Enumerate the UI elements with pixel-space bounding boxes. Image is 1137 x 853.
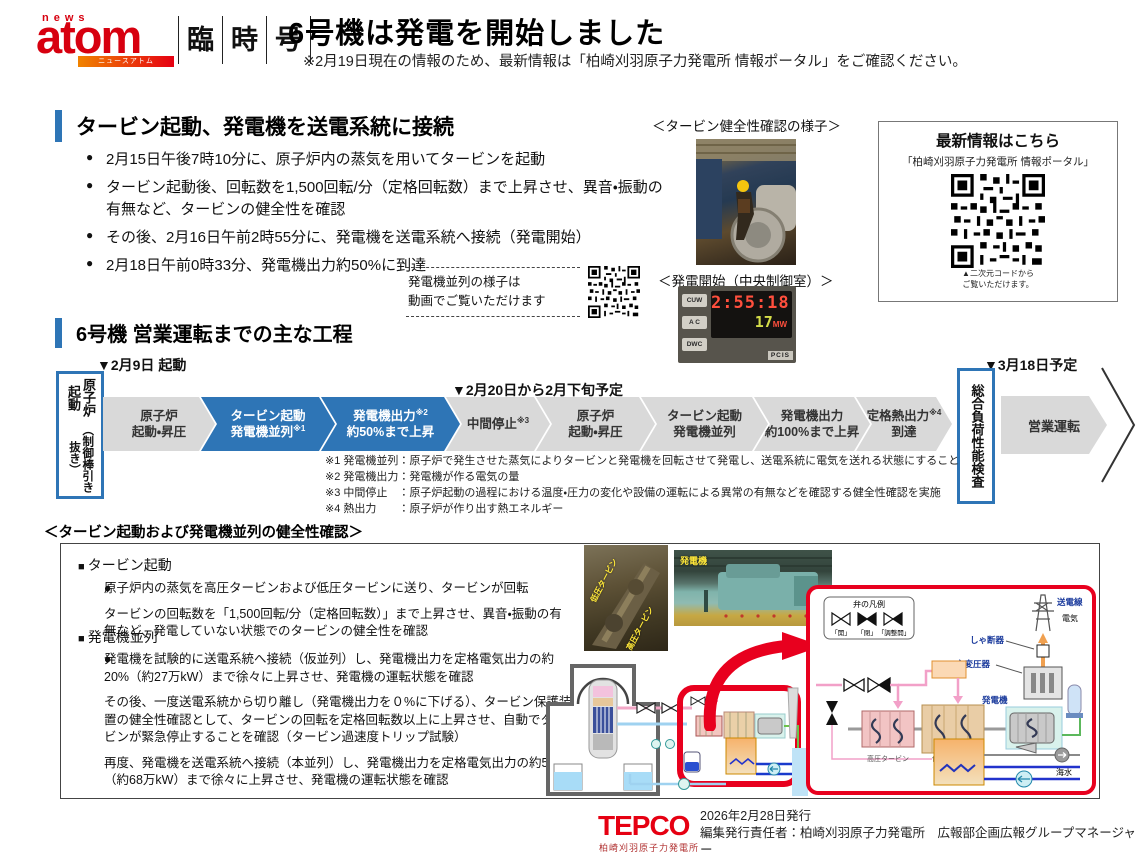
electricity-label: 電気 [1062, 613, 1078, 623]
video-qr-note: 発電機並列の様子は 動画でご覧いただけます [406, 266, 640, 318]
process-step: 定格熱出力※4 到達 [856, 397, 952, 451]
portal-info-box: 最新情報はこちら 「柏崎刈羽原子力発電所 情報ポータル」 ▲二次元コードから ご… [878, 121, 1118, 302]
breaker-label: しゃ断器 [970, 635, 1005, 645]
atom-logo-tagline: ニュースアトム [78, 56, 174, 67]
portal-subtitle: 「柏崎刈羽原子力発電所 情報ポータル」 [879, 154, 1117, 169]
bullet-item: タービン起動後、回転数を1,500回転/分（定格回転数）まで上昇させ、異音・振動… [86, 177, 671, 220]
section1-heading: タービン起動、発電機を送電系統に接続 [76, 111, 454, 141]
footnote: ※4 熱出力 ：原子炉が作り出す熱エネルギー [325, 502, 1005, 518]
panel-label: PCIS [768, 351, 793, 360]
process-step: 中間停止※3 [446, 397, 550, 451]
detail-schematic: 弁の凡例 「開」 「閉」 「調整開」 送電線 電気 しゃ断器 主変圧器 [810, 589, 1091, 790]
valve-adjust-label: 「調整開」 [878, 628, 911, 637]
section1-bullet-list: 2月15日午後7時10分に、原子炉内の蒸気を用いてタービンを起動 タービン起動後… [86, 149, 671, 283]
atom-logo-text: atom [36, 13, 140, 60]
valve-open-label: 「開」 [831, 629, 851, 637]
generator-label: 発電機 [981, 695, 1008, 705]
bullet-item: 原子炉内の蒸気を高圧タービンおよび低圧タービンに送り、タービンが回転 [104, 580, 574, 598]
newsletter-page: news atom ニュースアトム 臨時号 6号機は発電を開始しました ※2月1… [0, 0, 1137, 853]
section2-heading: 6号機 営業運転までの主な工程 [76, 318, 353, 347]
valve-closed-label: 「閉」 [857, 629, 877, 637]
tepco-logo-subtext: 柏崎刈羽原子力発電所 [599, 841, 699, 853]
process-timeline: 原子炉 起動・昇圧 タービン起動 発電機並列※1 発電機出力※2 約50%まで上… [103, 397, 938, 451]
reactor-start-box: 原子炉起動（制御棒引き抜き） [56, 371, 104, 499]
footnote-list: ※1 発電機並列：原子炉で発生させた蒸気によりタービンと発電機を回転させて発電し… [325, 454, 1005, 518]
group2-title: 発電機並列 [78, 627, 158, 647]
portal-qr-note1: ▲二次元コードから [962, 269, 1034, 278]
process-step: 原子炉 起動・昇圧 [103, 397, 215, 451]
turbine-inspection-photo [696, 139, 796, 265]
display-time: 2:55:18 [711, 293, 787, 313]
portal-title: 最新情報はこちら [879, 129, 1117, 151]
turbine-photo-art [696, 139, 796, 265]
reactor-start-line1: 原子炉起動 [65, 374, 95, 421]
process-step: タービン起動 発電機並列 [641, 397, 768, 451]
process-step: 発電機出力 約100%まで上昇 [754, 397, 870, 451]
bullet-item: 2月15日午後7時10分に、原子炉内の蒸気を用いてタービンを起動 [86, 149, 671, 170]
turbine-hall-photo: 低圧タービン 高圧タービン [584, 545, 668, 651]
panel-button: A C [682, 316, 707, 329]
reactor-start-line2: （制御棒引き抜き） [67, 421, 93, 496]
panel-button: CUW [682, 294, 707, 307]
tepco-logo: TEPCO [598, 810, 689, 842]
process-step: タービン起動 発電機並列※1 [201, 397, 335, 451]
turbine-photo-caption: ＜タービン健全性確認の様子＞ [652, 115, 841, 135]
group1-bullets: 原子炉内の蒸気を高圧タービンおよび低圧タービンに送り、タービンが回転 タービンの… [104, 580, 574, 649]
digital-display: 2:55:18 17MW [711, 291, 792, 338]
panel-button: DWC [682, 338, 707, 351]
video-note-line1: 発電機並列の様子は [408, 275, 521, 289]
footnote: ※3 中間停止 ：原子炉起動の過程における温度・圧力の変化や設備の運転による異常… [325, 486, 1005, 502]
bullet-item: 再度、発電機を送電系統へ接続（本並列）し、発電機出力を定格電気出力の約50%（約… [104, 755, 574, 790]
group2-bullets: 発電機を試験的に送電系統へ接続（仮並列）し、発電機出力を定格電気出力の約20%（… [104, 651, 574, 798]
edition-char: 臨 [178, 16, 222, 64]
section1-accent-bar [55, 110, 62, 142]
timeline-marker-start: ▼2月9日 起動 [97, 355, 186, 375]
section2-accent-bar [55, 318, 62, 348]
bullet-item: タービンの回転数を「1,500回転/分（定格回転数）」まで上昇させ、異音・振動の… [104, 606, 574, 641]
display-power: 17 [755, 313, 773, 331]
group1-title: タービン起動 [78, 555, 172, 575]
bullet-item: その後、一度送電系統から切り離し（発電機出力を０%に下げる）、タービン保護装置の… [104, 694, 574, 747]
footnote: ※1 発電機並列：原子炉で発生させた蒸気によりタービンと発電機を回転させて発電し… [325, 454, 1005, 470]
timeline-marker-end: ▼3月18日予定 [984, 355, 1077, 375]
seawater-label: 海水 [1056, 767, 1072, 777]
generator-photo-label: 発電機 [680, 554, 707, 567]
display-unit: MW [773, 320, 787, 329]
qr-code-icon [951, 174, 1045, 268]
qr-code-icon [588, 266, 640, 318]
section3-heading: ＜タービン起動および発電機並列の健全性確認＞ [44, 521, 363, 542]
page-subtitle: ※2月19日現在の情報のため、最新情報は「柏崎刈羽原子力発電所 情報ポータル」を… [303, 50, 967, 71]
video-note-line2: 動画でご覧いただけます [408, 294, 546, 308]
footnote: ※2 発電機出力：発電機が作る電気の量 [325, 470, 1005, 486]
detail-schematic-box: 弁の凡例 「開」 「閉」 「調整開」 送電線 電気 しゃ断器 主変圧器 [806, 585, 1096, 795]
bullet-item: 発電機を試験的に送電系統へ接続（仮並列）し、発電機出力を定格電気出力の約20%（… [104, 651, 574, 686]
video-note-text: 発電機並列の様子は 動画でご覧いただけます [406, 267, 580, 317]
bullet-item: その後、2月16日午前2時55分に、発電機を送電系統へ接続（発電開始） [86, 227, 671, 248]
hp-turbine-label: 高圧タービン [867, 754, 909, 763]
process-step: 発電機出力※2 約50%まで上昇 [321, 397, 460, 451]
transmission-line-label: 送電線 [1057, 597, 1083, 607]
edition-char: 時 [222, 16, 266, 64]
publication-info: 2026年2月28日発行 編集発行責任者：柏崎刈羽原子力発電所 広報部企画広報グ… [700, 808, 1137, 853]
process-step: 原子炉 起動・昇圧 [536, 397, 655, 451]
timeline-edge-chevron [1100, 366, 1137, 484]
publication-editor: 編集発行責任者：柏崎刈羽原子力発電所 広報部企画広報グループマネージャー [700, 825, 1137, 853]
page-title: 6号機は発電を開始しました [288, 10, 665, 52]
publication-date: 2026年2月28日発行 [700, 808, 1137, 825]
generation-start-photo: CUW A C DWC 2:55:18 17MW PCIS [678, 286, 796, 363]
process-step-final: 営業運転 [1001, 396, 1107, 454]
portal-qr-note2: ご覧いただけます。 [962, 280, 1033, 289]
valve-legend-title: 弁の凡例 [853, 599, 885, 609]
transmission-tower-icon [1032, 595, 1054, 631]
